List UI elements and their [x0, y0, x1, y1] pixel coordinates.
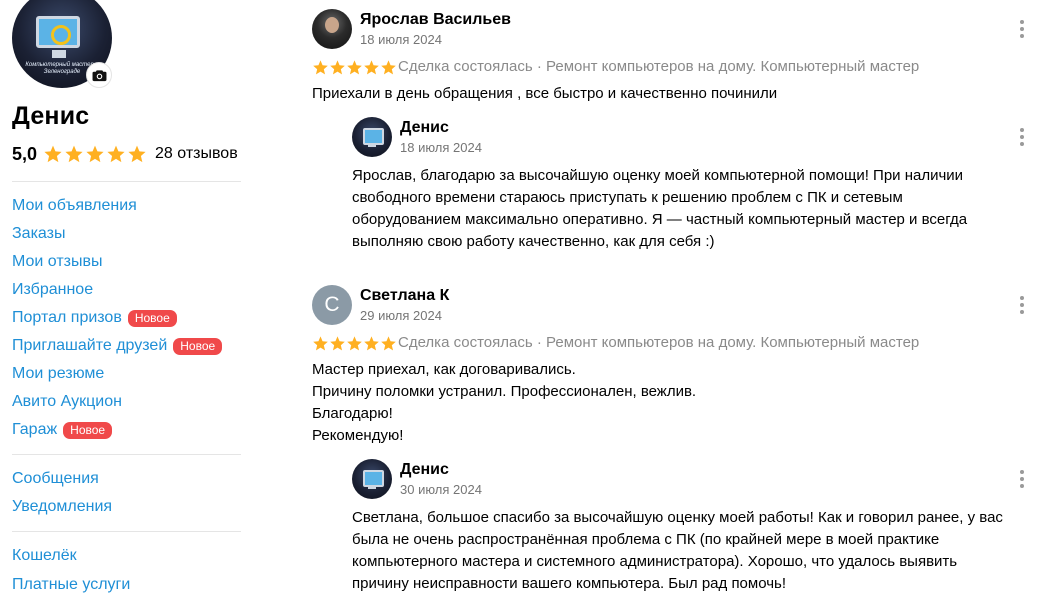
review-stars: [312, 59, 397, 76]
nav-label: Кошелёк: [12, 547, 77, 564]
review-text: Приехали в день обращения , все быстро и…: [312, 85, 778, 102]
nav-wallet[interactable]: Кошелёк: [12, 545, 77, 567]
divider: [12, 454, 241, 455]
nav-notifications[interactable]: Уведомления: [12, 496, 112, 518]
computer-logo-icon: [36, 16, 80, 48]
review-deal-info: Сделка состоялась · Ремонт компьютеров н…: [398, 334, 920, 351]
rating-stars: [43, 144, 147, 164]
reviewer-avatar[interactable]: С: [312, 285, 352, 325]
star-icon: [364, 336, 379, 351]
star-icon: [86, 145, 104, 163]
review-text-line: Причину поломки устранил. Профессионален…: [312, 383, 697, 400]
reviews-count-link[interactable]: 28 отзывов: [155, 145, 238, 163]
star-icon: [364, 60, 379, 75]
divider: [12, 531, 241, 532]
nav-label: Сообщения: [12, 470, 99, 487]
profile-rating[interactable]: 5,0 28 отзывов: [12, 143, 238, 165]
nav-label: Заказы: [12, 225, 66, 242]
reply-date: 30 июля 2024: [400, 482, 482, 497]
seller-avatar[interactable]: [352, 117, 392, 157]
star-icon: [347, 60, 362, 75]
reply-text-line: Светлана, большое спасибо за высочайшую …: [352, 509, 1003, 526]
nav-label: Авито Аукцион: [12, 393, 122, 410]
nav-my-reviews[interactable]: Мои отзывы: [12, 251, 103, 273]
reply-text-line: свободного времени стараюсь приступать к…: [352, 189, 903, 206]
nav-paid-services[interactable]: Платные услуги: [12, 574, 130, 596]
reply-text-line: была не очень распространённая проблема …: [352, 531, 940, 548]
review-text: Мастер приехал, как договаривались. Прич…: [312, 359, 696, 447]
more-options-icon[interactable]: [1015, 127, 1029, 147]
profile-name: Денис: [12, 102, 90, 130]
star-icon: [381, 336, 396, 351]
star-icon: [330, 60, 345, 75]
nav-label: Избранное: [12, 281, 94, 298]
reply-author-name[interactable]: Денис: [400, 119, 449, 137]
divider: [12, 181, 241, 182]
review-stars: [312, 335, 397, 352]
star-icon: [313, 336, 328, 351]
star-icon: [313, 60, 328, 75]
nav-garage[interactable]: Гараж Новое: [12, 419, 113, 441]
nav-my-ads[interactable]: Мои объявления: [12, 195, 137, 217]
more-options-icon[interactable]: [1015, 469, 1029, 489]
nav-prize-portal[interactable]: Портал призов Новое: [12, 307, 177, 329]
reply-text-line: Ярослав, благодарю за высочайшую оценку …: [352, 167, 964, 184]
review-text-line: Рекомендую!: [312, 427, 404, 444]
reply-text-line: выполняю свою работу качественно, как дл…: [352, 233, 715, 250]
reply-text: Ярослав, благодарю за высочайшую оценку …: [352, 165, 1032, 253]
rating-value: 5,0: [12, 143, 38, 164]
change-photo-button[interactable]: [86, 62, 112, 88]
review-text-line: Мастер приехал, как договаривались.: [312, 361, 576, 378]
nav-label: Приглашайте друзей: [12, 337, 168, 354]
nav-invite-friends[interactable]: Приглашайте друзей Новое: [12, 335, 223, 357]
new-badge: Новое: [63, 421, 113, 439]
reviewer-name[interactable]: Светлана К: [360, 287, 449, 305]
nav-avito-auction[interactable]: Авито Аукцион: [12, 391, 122, 413]
reply-text: Светлана, большое спасибо за высочайшую …: [352, 507, 1040, 595]
reply-text-line: причину неисправности вашего компьютера.…: [352, 575, 787, 592]
star-icon: [65, 145, 83, 163]
more-options-icon[interactable]: [1015, 295, 1029, 315]
star-icon: [381, 60, 396, 75]
star-icon: [44, 145, 62, 163]
reviewer-name[interactable]: Ярослав Васильев: [360, 11, 511, 29]
nav-favorites[interactable]: Избранное: [12, 279, 93, 301]
new-badge: Новое: [173, 337, 223, 355]
camera-icon: [92, 69, 106, 81]
profile-sidebar: Компьютерный мастер в Зеленограде Денис …: [0, 0, 260, 602]
nav-label: Платные услуги: [12, 576, 131, 593]
review-date: 18 июля 2024: [360, 32, 442, 47]
review-deal-info: Сделка состоялась · Ремонт компьютеров н…: [398, 58, 920, 75]
nav-label: Мои отзывы: [12, 253, 103, 270]
nav-label: Портал призов: [12, 309, 122, 326]
reviewer-avatar[interactable]: [312, 9, 352, 49]
nav-label: Мои объявления: [12, 197, 137, 214]
nav-label: Уведомления: [12, 498, 113, 515]
reply-date: 18 июля 2024: [400, 140, 482, 155]
new-badge: Новое: [127, 309, 177, 327]
star-icon: [128, 145, 146, 163]
star-icon: [347, 336, 362, 351]
star-icon: [330, 336, 345, 351]
nav-my-resumes[interactable]: Мои резюме: [12, 363, 104, 385]
more-options-icon[interactable]: [1015, 19, 1029, 39]
reply-text-line: оборудованием максимально оперативно. Я …: [352, 211, 968, 228]
star-icon: [107, 145, 125, 163]
nav-messages[interactable]: Сообщения: [12, 468, 99, 490]
reply-author-name[interactable]: Денис: [400, 461, 449, 479]
review-text-line: Благодарю!: [312, 405, 393, 422]
reply-text-line: компьютерного мастера и системного админ…: [352, 553, 958, 570]
seller-avatar[interactable]: [352, 459, 392, 499]
nav-orders[interactable]: Заказы: [12, 223, 65, 245]
nav-label: Гараж: [12, 421, 58, 438]
nav-label: Мои резюме: [12, 365, 105, 382]
review-date: 29 июля 2024: [360, 308, 442, 323]
reviews-list: Ярослав Васильев 18 июля 2024 Сделка сос…: [312, 0, 1040, 602]
